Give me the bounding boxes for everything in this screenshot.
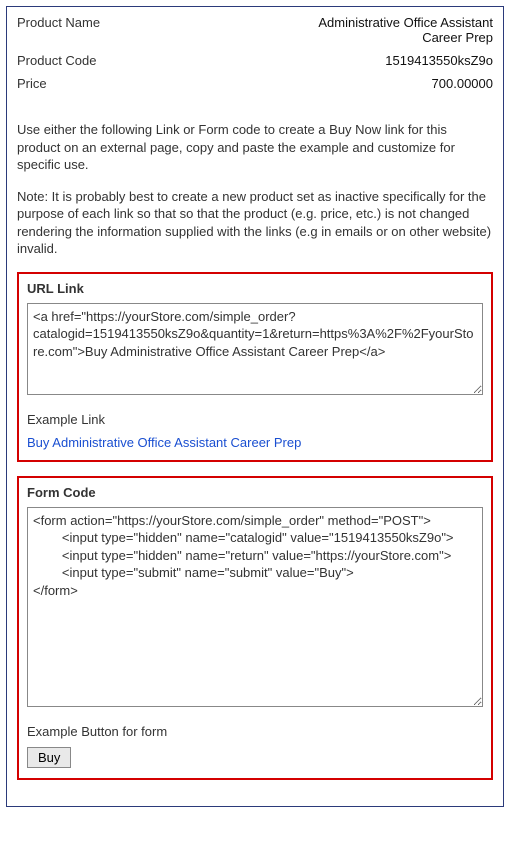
note-text: Note: It is probably best to create a ne… [17,188,493,258]
url-link-section: URL Link Example Link Buy Administrative… [17,272,493,462]
product-name-value: Administrative Office Assistant Career P… [313,15,493,45]
price-row: Price 700.00000 [17,76,493,91]
form-code-textarea[interactable] [27,507,483,707]
form-code-section: Form Code Example Button for form [17,476,493,780]
product-link-panel: Product Name Administrative Office Assis… [6,6,504,807]
example-link-label: Example Link [27,412,483,427]
url-link-code[interactable] [27,303,483,395]
buy-button[interactable] [27,747,71,768]
example-link[interactable]: Buy Administrative Office Assistant Care… [27,435,301,450]
price-value: 700.00000 [432,76,493,91]
product-code-value: 1519413550ksZ9o [385,53,493,68]
product-code-label: Product Code [17,53,97,68]
url-link-heading: URL Link [27,281,483,296]
product-name-label: Product Name [17,15,100,30]
price-label: Price [17,76,47,91]
example-button-label: Example Button for form [27,724,483,739]
product-code-row: Product Code 1519413550ksZ9o [17,53,493,68]
instructions-text: Use either the following Link or Form co… [17,121,493,174]
product-name-row: Product Name Administrative Office Assis… [17,15,493,45]
form-code-heading: Form Code [27,485,483,500]
